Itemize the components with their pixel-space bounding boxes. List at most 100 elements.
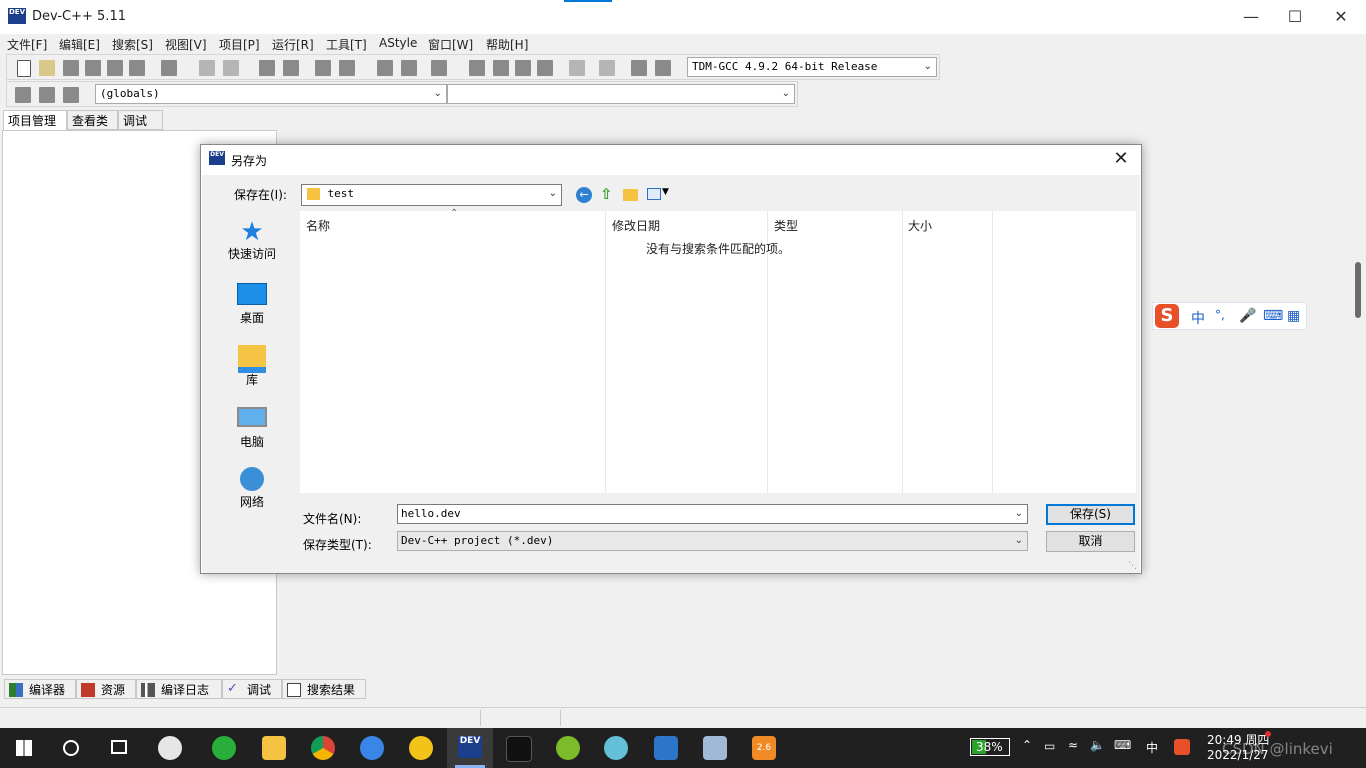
battery-indicator[interactable]: 38%: [970, 738, 1010, 756]
cortana-icon[interactable]: [63, 740, 79, 756]
undo-icon[interactable]: [199, 60, 215, 76]
sogou-logo-icon[interactable]: S: [1155, 304, 1179, 328]
place-network[interactable]: 网络: [210, 467, 294, 510]
menu-run[interactable]: 运行[R]: [272, 36, 314, 53]
save-all-icon[interactable]: [85, 60, 101, 76]
chevron-down-icon[interactable]: ⌄: [1015, 505, 1023, 523]
menu-tools[interactable]: 工具[T]: [326, 36, 367, 53]
up-folder-icon[interactable]: ⇧: [600, 186, 614, 202]
filetype-select[interactable]: Dev-C++ project (*.dev) ⌄: [397, 531, 1028, 551]
replace-icon[interactable]: [283, 60, 299, 76]
control-panel-icon[interactable]: [703, 736, 727, 760]
menu-help[interactable]: 帮助[H]: [486, 36, 528, 53]
maximize-button[interactable]: ☐: [1272, 0, 1318, 34]
tab-compiler[interactable]: 编译器: [4, 679, 76, 699]
close-all-icon[interactable]: [129, 60, 145, 76]
member-select[interactable]: ⌄: [447, 84, 795, 104]
microphone-icon[interactable]: 🎤: [1239, 308, 1256, 324]
wifi-icon[interactable]: ≈: [1068, 738, 1078, 752]
insert-icon[interactable]: [39, 87, 55, 103]
indent-icon[interactable]: [377, 60, 393, 76]
column-header-modified[interactable]: 修改日期: [612, 217, 660, 234]
print-icon[interactable]: [161, 60, 177, 76]
profile-icon[interactable]: [631, 60, 647, 76]
place-computer[interactable]: 电脑: [210, 405, 294, 450]
speaker-icon[interactable]: 🔈: [1090, 738, 1105, 752]
windows-start-icon[interactable]: [16, 740, 32, 756]
menu-project[interactable]: 项目[P]: [219, 36, 260, 53]
file-explorer-icon[interactable]: [262, 736, 286, 760]
menu-astyle[interactable]: AStyle: [379, 36, 417, 50]
close-button[interactable]: ✕: [1318, 0, 1364, 34]
column-header-type[interactable]: 类型: [774, 217, 798, 234]
close-file-icon[interactable]: [107, 60, 123, 76]
column-header-size[interactable]: 大小: [908, 217, 932, 234]
goto-bookmark-icon[interactable]: [339, 60, 355, 76]
compile-run-icon[interactable]: [515, 60, 531, 76]
toggle-bookmark-icon[interactable]: [63, 87, 79, 103]
goto-line-icon[interactable]: [315, 60, 331, 76]
input-language[interactable]: 中: [1146, 739, 1158, 756]
chrome-icon[interactable]: [311, 736, 335, 760]
compile-icon[interactable]: [469, 60, 485, 76]
place-quick-access[interactable]: ★ 快速访问: [210, 219, 294, 262]
tab-debug[interactable]: 调试: [118, 110, 163, 130]
check-syntax-icon[interactable]: [569, 60, 585, 76]
menu-window[interactable]: 窗口[W]: [428, 36, 473, 53]
battery-icon[interactable]: ▭: [1044, 739, 1055, 753]
cancel-button[interactable]: 取消: [1046, 531, 1135, 552]
save-icon[interactable]: [63, 60, 79, 76]
toolbox-icon[interactable]: ▦: [1287, 308, 1300, 324]
new-file-icon[interactable]: [17, 60, 31, 77]
find-icon[interactable]: [259, 60, 275, 76]
chevron-up-icon[interactable]: ⌃: [1022, 738, 1032, 752]
place-library[interactable]: 库: [210, 343, 294, 388]
dev-cpp-taskbar-button[interactable]: DEV: [447, 728, 493, 768]
sogou-tray-icon[interactable]: [1174, 739, 1190, 755]
green-disc-app-icon[interactable]: [556, 736, 580, 760]
keyboard-icon[interactable]: ⌨: [1114, 738, 1131, 752]
place-desktop[interactable]: 桌面: [210, 281, 294, 326]
new-class-icon[interactable]: [15, 87, 31, 103]
wechat-icon[interactable]: [212, 736, 236, 760]
badge-app-icon[interactable]: 2.6: [752, 736, 776, 760]
delete-profile-icon[interactable]: [655, 60, 671, 76]
file-list[interactable]: ⌃ 名称 修改日期 类型 大小 没有与搜索条件匹配的项。: [300, 208, 1136, 493]
tab-compile-log[interactable]: 编译日志: [136, 679, 222, 699]
toggle-comment-icon[interactable]: [431, 60, 447, 76]
rebuild-all-icon[interactable]: [537, 60, 553, 76]
filename-input[interactable]: hello.dev ⌄: [397, 504, 1028, 524]
pinwheel-app-icon[interactable]: [158, 736, 182, 760]
green-plus-app-icon[interactable]: [409, 736, 433, 760]
unindent-icon[interactable]: [401, 60, 417, 76]
task-view-icon[interactable]: [111, 740, 127, 754]
bird-app-icon[interactable]: [506, 736, 532, 762]
view-menu-icon[interactable]: [647, 188, 661, 200]
back-icon[interactable]: ←: [576, 187, 592, 203]
tab-class-browser[interactable]: 查看类: [67, 110, 118, 130]
save-button[interactable]: 保存(S): [1046, 504, 1135, 525]
view-menu-dropdown-icon[interactable]: ▼: [662, 187, 669, 197]
minimize-button[interactable]: —: [1228, 0, 1274, 34]
compiler-select[interactable]: TDM-GCC 4.9.2 64-bit Release ⌄: [687, 57, 937, 77]
stop-icon[interactable]: [599, 60, 615, 76]
keyboard-icon[interactable]: ⌨: [1263, 308, 1283, 324]
ime-language[interactable]: 中: [1191, 308, 1205, 328]
resize-grip-icon[interactable]: ⋱: [1128, 561, 1137, 571]
window-app-icon[interactable]: [654, 736, 678, 760]
dialog-close-button[interactable]: ✕: [1107, 147, 1135, 171]
tab-project-manager[interactable]: 项目管理: [3, 110, 67, 130]
run-icon[interactable]: [493, 60, 509, 76]
redo-icon[interactable]: [223, 60, 239, 76]
sogou-search-icon[interactable]: [360, 736, 384, 760]
right-scroll-handle[interactable]: [1355, 262, 1361, 318]
menu-file[interactable]: 文件[F]: [7, 36, 47, 53]
menu-edit[interactable]: 编辑[E]: [59, 36, 100, 53]
tab-debug-output[interactable]: ✓ 调试: [222, 679, 282, 699]
scope-select[interactable]: (globals) ⌄: [95, 84, 447, 104]
menu-view[interactable]: 视图[V]: [165, 36, 207, 53]
tab-search-results[interactable]: 搜索结果: [282, 679, 366, 699]
tab-resources[interactable]: 资源: [76, 679, 136, 699]
column-header-name[interactable]: 名称: [306, 217, 330, 234]
menu-search[interactable]: 搜索[S]: [112, 36, 153, 53]
